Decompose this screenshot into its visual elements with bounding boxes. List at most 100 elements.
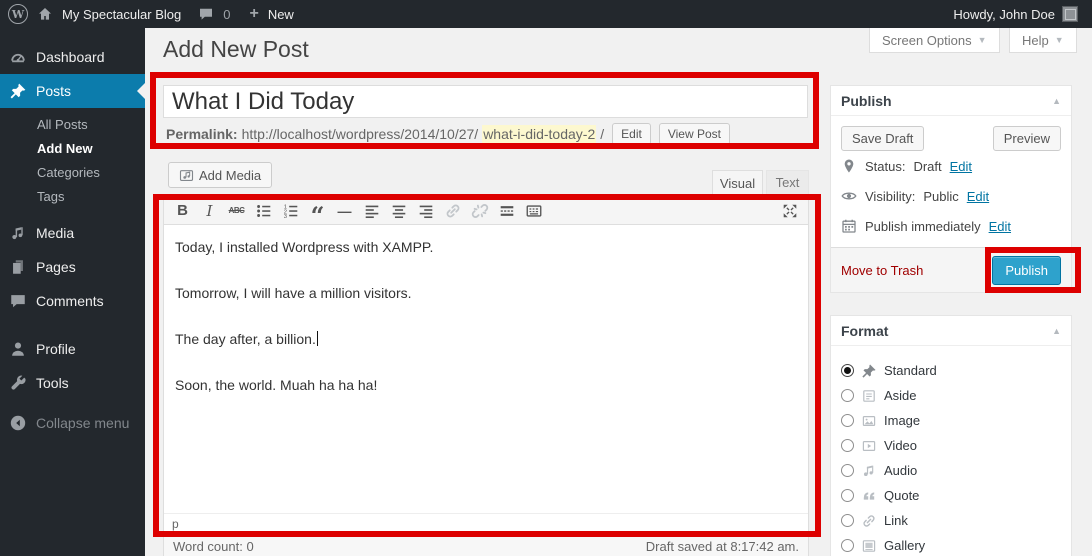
sidebar-item-dashboard[interactable]: Dashboard [0,40,145,74]
plus-icon[interactable]: + [249,6,258,22]
status-label: Status: [865,159,905,174]
home-icon[interactable] [37,6,53,22]
radio-aside[interactable] [841,389,854,402]
view-post-button[interactable]: View Post [659,123,730,145]
howdy-account-link[interactable]: Howdy, John Doe [953,7,1055,22]
bold-icon[interactable]: B [169,199,196,223]
publish-box-header[interactable]: Publish ▲ [831,86,1071,116]
radio-image[interactable] [841,414,854,427]
editor-paragraph: Today, I installed Wordpress with XAMPP. [175,237,797,257]
bulleted-list-icon[interactable] [250,199,277,223]
schedule-label: Publish immediately [865,219,981,234]
permalink-slug[interactable]: what-i-did-today-2 [482,125,596,143]
sidebar-item-profile[interactable]: Profile [0,332,145,366]
horizontal-rule-icon[interactable]: — [331,199,358,223]
radio-gallery[interactable] [841,539,854,552]
publish-box-body: Save Draft Preview Status: Draft Edit Vi… [831,116,1071,247]
align-right-icon[interactable] [412,199,439,223]
edit-schedule-link[interactable]: Edit [989,219,1011,234]
element-path[interactable]: p [172,517,179,531]
move-to-trash-link[interactable]: Move to Trash [841,263,923,278]
visibility-label: Visibility: [865,189,915,204]
comments-count[interactable]: 0 [223,7,230,22]
sidebar-item-label: Comments [36,293,104,309]
align-left-icon[interactable] [358,199,385,223]
sidebar-item-categories[interactable]: Categories [0,160,145,184]
pages-icon [9,258,27,276]
radio-standard[interactable] [841,364,854,377]
italic-icon[interactable]: I [196,199,223,223]
gallery-icon [861,538,877,554]
sidebar-item-media[interactable]: Media [0,216,145,250]
aside-icon [861,388,877,404]
preview-button[interactable]: Preview [993,126,1061,151]
format-option-aside: Aside [841,383,1061,408]
format-option-standard: Standard [841,358,1061,383]
audio-note-icon [861,463,877,479]
more-tag-icon[interactable] [493,199,520,223]
edit-visibility-link[interactable]: Edit [967,189,989,204]
pushpin-icon [9,82,27,100]
dashboard-gauge-icon [9,48,27,66]
sidebar-item-add-new[interactable]: Add New [0,136,145,160]
sidebar-item-pages[interactable]: Pages [0,250,145,284]
radio-quote[interactable] [841,489,854,502]
format-option-quote: Quote [841,483,1061,508]
new-content-link[interactable]: New [268,7,294,22]
comments-bubble-icon[interactable] [198,6,214,22]
remove-link-icon[interactable] [466,199,493,223]
radio-link[interactable] [841,514,854,527]
blockquote-icon[interactable]: “ [304,194,331,228]
sidebar-item-comments[interactable]: Comments [0,284,145,318]
format-option-audio: Audio [841,458,1061,483]
sidebar-item-posts[interactable]: Posts [0,74,145,108]
save-draft-button[interactable]: Save Draft [841,126,924,151]
post-title-input[interactable] [163,85,808,118]
sidebar-item-collapse-menu[interactable]: Collapse menu [0,406,145,440]
add-media-button[interactable]: Add Media [168,162,272,188]
visual-editor: B I ABC 123 “ — [163,196,809,535]
collapse-panel-icon[interactable]: ▲ [1052,326,1061,336]
wrench-icon [9,374,27,392]
format-option-label: Standard [884,363,937,378]
sidebar-item-tags[interactable]: Tags [0,184,145,208]
radio-audio[interactable] [841,464,854,477]
screen-options-tab[interactable]: Screen Options ▼ [869,28,1000,53]
format-box-header[interactable]: Format ▲ [831,316,1071,346]
visibility-row: Visibility: Public Edit [841,181,1061,211]
video-icon [861,438,877,454]
avatar[interactable] [1062,6,1078,22]
chevron-down-icon: ▼ [1055,35,1064,45]
tab-text[interactable]: Text [766,170,809,195]
toolbar-toggle-icon[interactable] [520,199,547,223]
site-name-link[interactable]: My Spectacular Blog [62,7,181,22]
collapse-panel-icon[interactable]: ▲ [1052,96,1061,106]
wordpress-logo-icon[interactable]: W [8,4,28,24]
menu-separator [0,318,145,332]
insert-link-icon[interactable] [439,199,466,223]
publish-box-title: Publish [841,93,892,109]
word-count-label: Word count: [173,539,243,554]
format-option-label: Link [884,513,908,528]
align-center-icon[interactable] [385,199,412,223]
edit-permalink-button[interactable]: Edit [612,123,651,145]
sidebar-item-label: Profile [36,341,76,357]
format-option-label: Video [884,438,917,453]
sidebar-item-all-posts[interactable]: All Posts [0,112,145,136]
strikethrough-icon[interactable]: ABC [223,199,250,223]
chevron-down-icon: ▼ [978,35,987,45]
person-icon [9,340,27,358]
editor-path-bar: p [164,513,808,534]
edit-status-link[interactable]: Edit [950,159,972,174]
visibility-value: Public [923,189,958,204]
tab-visual[interactable]: Visual [712,170,763,195]
numbered-list-icon[interactable]: 123 [277,199,304,223]
distraction-free-icon[interactable] [776,199,803,223]
editor-content-area[interactable]: Today, I installed Wordpress with XAMPP.… [164,225,808,513]
status-row: Status: Draft Edit [841,151,1061,181]
help-tab[interactable]: Help ▼ [1009,28,1077,53]
permalink-row: Permalink: http://localhost/wordpress/20… [166,122,730,146]
sidebar-item-tools[interactable]: Tools [0,366,145,400]
radio-video[interactable] [841,439,854,452]
publish-button[interactable]: Publish [992,256,1061,285]
